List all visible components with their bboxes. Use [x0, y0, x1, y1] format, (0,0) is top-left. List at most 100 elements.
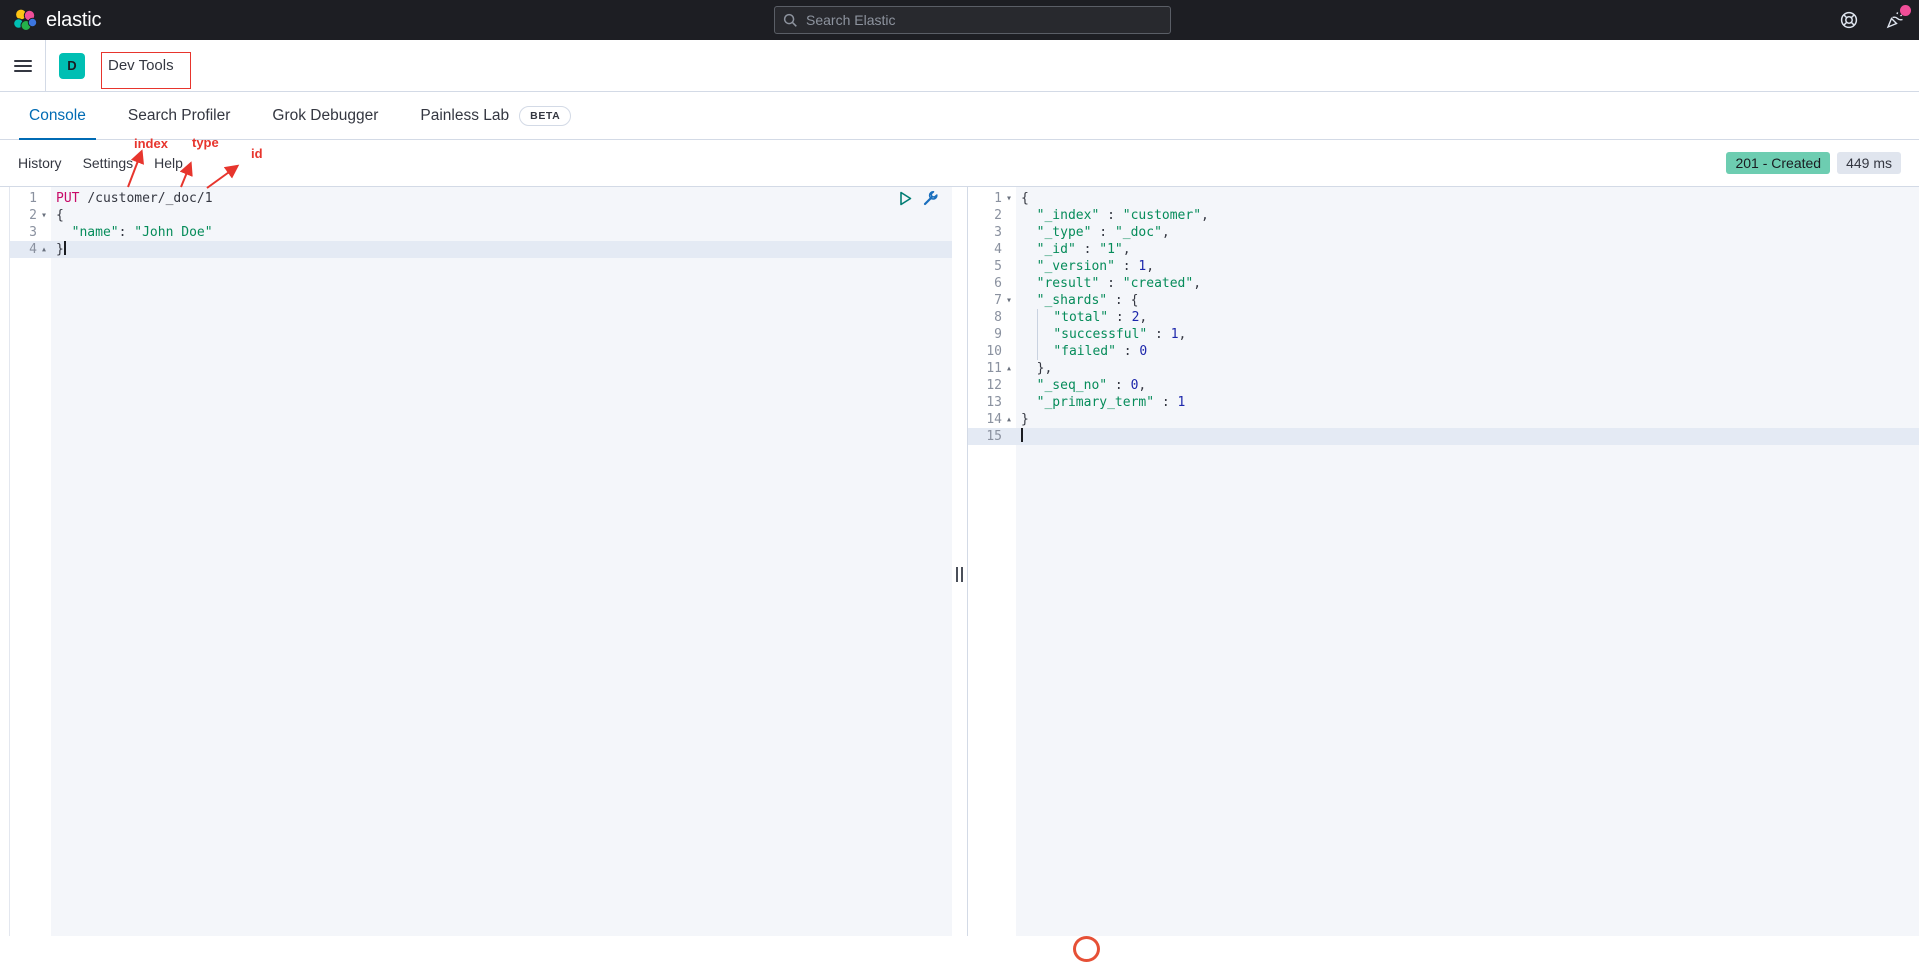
- token-plain: [1021, 344, 1037, 359]
- token-url: /customer/_doc/1: [87, 191, 212, 206]
- brand-name: elastic: [46, 9, 101, 32]
- fold-spacer: [37, 224, 51, 241]
- token-str: "_seq_no": [1037, 378, 1107, 393]
- token-plain: :: [1099, 276, 1122, 291]
- token-str: "John Doe": [134, 225, 212, 240]
- token-str: "_doc": [1115, 225, 1162, 240]
- code-line[interactable]: 2▾{: [10, 207, 952, 224]
- fold-icon[interactable]: ▾: [1002, 292, 1016, 309]
- code-line[interactable]: 3 "name": "John Doe": [10, 224, 952, 241]
- token-plain: ,: [1201, 208, 1209, 223]
- code-text: "_primary_term" : 1: [1016, 394, 1919, 411]
- request-options-wrench-icon[interactable]: [921, 189, 940, 208]
- fold-icon[interactable]: ▴: [1002, 360, 1016, 377]
- code-line[interactable]: 13 "_primary_term" : 1: [968, 394, 1919, 411]
- code-line[interactable]: 7▾ "_shards" : {: [968, 292, 1919, 309]
- space-avatar[interactable]: D: [59, 53, 85, 79]
- send-request-button[interactable]: [896, 189, 915, 208]
- token-plain: [1021, 208, 1037, 223]
- code-line[interactable]: 10 "failed" : 0: [968, 343, 1919, 360]
- beta-badge: BETA: [519, 106, 571, 126]
- code-line[interactable]: 12 "_seq_no" : 0,: [968, 377, 1919, 394]
- line-number: 13: [968, 394, 1002, 411]
- code-line[interactable]: 4▴}: [10, 241, 952, 258]
- dev-tools-tabs: Console Search Profiler Grok Debugger Painl…: [0, 92, 1919, 140]
- tab-search-profiler[interactable]: Search Profiler: [118, 92, 241, 139]
- panel-resize-handle[interactable]: [952, 187, 968, 936]
- response-time-badge: 449 ms: [1837, 152, 1901, 174]
- line-number: 4: [10, 241, 37, 258]
- token-str: "_id": [1037, 242, 1076, 257]
- fold-icon[interactable]: ▾: [37, 207, 51, 224]
- toolbar-link-history[interactable]: History: [18, 155, 62, 171]
- fold-spacer: [1002, 343, 1016, 360]
- help-icon[interactable]: [1839, 10, 1859, 30]
- code-line[interactable]: 5 "_version" : 1,: [968, 258, 1919, 275]
- elastic-brand[interactable]: elastic: [0, 7, 101, 33]
- status-badge: 201 - Created: [1726, 152, 1830, 174]
- code-line[interactable]: 6 "result" : "created",: [968, 275, 1919, 292]
- token-plain: ,: [1123, 242, 1131, 257]
- line-number: 7: [968, 292, 1002, 309]
- code-text: "_index" : "customer",: [1016, 207, 1919, 224]
- tab-console[interactable]: Console: [19, 92, 96, 139]
- token-plain: :: [1099, 208, 1122, 223]
- toolbar-link-settings[interactable]: Settings: [83, 155, 134, 171]
- line-number: 3: [968, 224, 1002, 241]
- breadcrumb[interactable]: Dev Tools: [108, 57, 174, 74]
- token-plain: ,: [1146, 259, 1154, 274]
- code-line[interactable]: 15: [968, 428, 1919, 445]
- line-number: 11: [968, 360, 1002, 377]
- code-text: "_id" : "1",: [1016, 241, 1919, 258]
- request-editor[interactable]: 1PUT /customer/_doc/12▾{3 "name": "John …: [9, 187, 952, 936]
- token-str: "failed": [1053, 344, 1116, 359]
- code-text: "successful" : 1,: [1016, 326, 1919, 343]
- token-plain: ,: [1162, 225, 1170, 240]
- code-line[interactable]: 2 "_index" : "customer",: [968, 207, 1919, 224]
- code-line[interactable]: 14▴}: [968, 411, 1919, 428]
- code-line[interactable]: 1▾{: [968, 190, 1919, 207]
- code-line[interactable]: 3 "_type" : "_doc",: [968, 224, 1919, 241]
- fold-spacer: [1002, 377, 1016, 394]
- token-plain: [56, 225, 72, 240]
- token-plain: {: [56, 208, 64, 223]
- top-navigation-bar: elastic: [0, 0, 1919, 40]
- code-line[interactable]: 11▴ },: [968, 360, 1919, 377]
- token-str: "_index": [1037, 208, 1100, 223]
- menu-button[interactable]: [0, 40, 46, 91]
- line-number: 5: [968, 258, 1002, 275]
- tab-grok-debugger[interactable]: Grok Debugger: [262, 92, 388, 139]
- line-number: 3: [10, 224, 37, 241]
- response-editor[interactable]: 1▾{2 "_index" : "customer",3 "_type" : "…: [968, 187, 1919, 936]
- token-str: "_version": [1037, 259, 1115, 274]
- code-line[interactable]: 8 "total" : 2,: [968, 309, 1919, 326]
- code-text: {: [1016, 190, 1919, 207]
- code-line[interactable]: 9 "successful" : 1,: [968, 326, 1919, 343]
- token-plain: :: [1154, 395, 1177, 410]
- fold-spacer: [1002, 394, 1016, 411]
- token-plain: },: [1021, 361, 1052, 376]
- code-text: "result" : "created",: [1016, 275, 1919, 292]
- fold-icon[interactable]: ▾: [1002, 190, 1016, 207]
- fold-spacer: [1002, 258, 1016, 275]
- line-number: 9: [968, 326, 1002, 343]
- newsfeed-icon[interactable]: [1885, 10, 1905, 30]
- global-search[interactable]: [774, 6, 1171, 34]
- code-text: },: [1016, 360, 1919, 377]
- token-str: "customer": [1123, 208, 1201, 223]
- tab-painless-lab[interactable]: Painless LabBETA: [410, 92, 581, 139]
- token-plain: [1021, 259, 1037, 274]
- code-line[interactable]: 1PUT /customer/_doc/1: [10, 190, 952, 207]
- token-plain: : {: [1107, 293, 1138, 308]
- toolbar-link-help[interactable]: Help: [154, 155, 183, 171]
- fold-spacer: [1002, 309, 1016, 326]
- token-plain: [1021, 327, 1037, 342]
- header-bar: D Dev Tools: [0, 40, 1919, 92]
- fold-icon[interactable]: ▴: [37, 241, 51, 258]
- code-line[interactable]: 4 "_id" : "1",: [968, 241, 1919, 258]
- search-input[interactable]: [806, 12, 1162, 28]
- fold-icon[interactable]: ▴: [1002, 411, 1016, 428]
- token-num: 1: [1178, 395, 1186, 410]
- token-plain: [1038, 327, 1054, 342]
- code-text: "_version" : 1,: [1016, 258, 1919, 275]
